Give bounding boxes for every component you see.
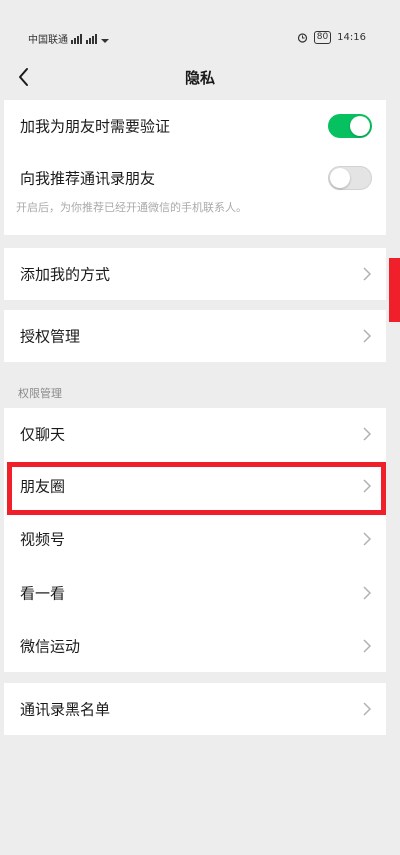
list-item-moments[interactable]: 朋友圈 [4,460,386,512]
verify-label: 加我为朋友时需要验证 [20,117,171,136]
list-item-label: 看一看 [20,584,66,602]
page-title: 隐私 [184,69,215,87]
list-item-label: 微信运动 [20,637,81,655]
add-me-row[interactable]: 添加我的方式 [4,248,386,300]
nav-bar: 隐私 [0,60,400,100]
chevron-right-icon [363,585,372,600]
clock: 14:16 [337,32,366,43]
add-me-label: 添加我的方式 [20,265,111,284]
carrier-label: 中国联通 [28,35,68,46]
chevron-right-icon [363,267,372,281]
chevron-right-icon [363,479,372,493]
alarm-icon [297,33,307,43]
battery-icon: 80 [313,31,332,44]
list-item-label: 视频号 [20,530,66,549]
list-item-top-stories[interactable]: 看一看 [4,566,386,619]
chevron-right-icon [363,427,372,441]
toggle-knob [350,116,370,136]
recommend-label: 向我推荐通讯录朋友 [20,169,156,188]
edge-annotation-mark [389,258,400,322]
authorization-row[interactable]: 授权管理 [4,310,386,362]
blocklist-label: 通讯录黑名单 [20,700,111,719]
chevron-right-icon [363,532,372,546]
recommend-row: 向我推荐通讯录朋友 [4,152,386,204]
list-item-label: 仅聊天 [20,425,66,444]
blocklist-card: 通讯录黑名单 [4,683,386,735]
list-item-label: 朋友圈 [20,477,66,496]
chevron-right-icon [363,329,372,343]
chevron-right-icon [363,638,372,653]
recommend-toggle[interactable] [328,166,372,190]
verify-row: 加我为朋友时需要验证 [4,100,386,152]
list-item-werun[interactable]: 微信运动 [4,619,386,672]
authorization-label: 授权管理 [20,327,81,346]
toggle-knob [330,168,350,188]
verify-toggle[interactable] [328,114,372,138]
add-me-card: 添加我的方式 [4,248,386,300]
blocklist-row[interactable]: 通讯录黑名单 [4,683,386,735]
status-bar: 中国联通 80 14:16 [0,0,400,60]
permissions-section-title: 权限管理 [18,387,62,400]
recommend-hint: 开启后，为你推荐已经开通微信的手机联系人。 [16,201,247,214]
chevron-right-icon [363,702,372,716]
permissions-card: 仅聊天 朋友圈 视频号 看一看 微信运动 [4,408,386,672]
authorization-card: 授权管理 [4,310,386,362]
list-item-channels[interactable]: 视频号 [4,512,386,566]
signal-icon [71,33,109,44]
list-item-chat-only[interactable]: 仅聊天 [4,408,386,460]
